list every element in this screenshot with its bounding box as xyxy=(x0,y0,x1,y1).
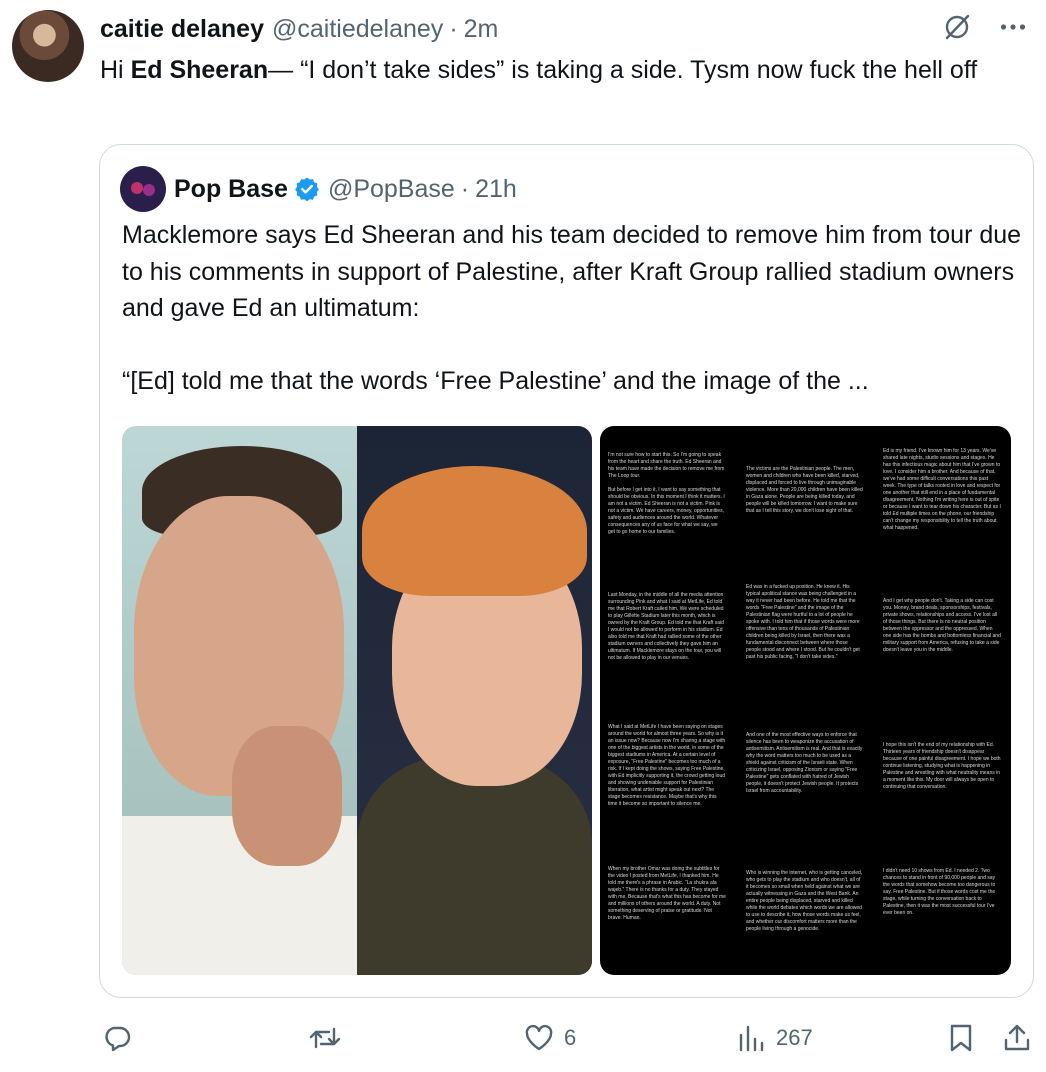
header-icons xyxy=(942,12,1026,42)
statement-column-3: Ed is my friend. I've known him for 13 y… xyxy=(883,448,1001,539)
photo-macklemore-ed-sheeran[interactable] xyxy=(122,426,592,975)
media-grid: I'm not sure how to start this. So I'm g… xyxy=(122,426,1011,975)
statement-column-1c: What I said at MetLife I have been sayin… xyxy=(608,724,726,815)
repost-icon xyxy=(308,1023,342,1053)
statement-image[interactable]: I'm not sure how to start this. So I'm g… xyxy=(600,426,1011,975)
quote-tweet[interactable]: Pop Base @PopBase · 21h Macklemore says … xyxy=(99,144,1034,998)
statement-column-1: I'm not sure how to start this. So I'm g… xyxy=(608,452,726,543)
statement-column-2: The victims are the Palestinian people. … xyxy=(746,466,864,522)
quote-avatar[interactable] xyxy=(120,166,166,212)
tweet-header: caitie delaney @caitiedelaney · 2m xyxy=(100,12,1026,46)
bookmark-button[interactable] xyxy=(948,1018,974,1058)
quote-text-excerpt: “[Ed] told me that the words ‘Free Pales… xyxy=(122,367,869,395)
statement-column-2d: Who is winning the internet, who is gett… xyxy=(746,870,864,940)
statement-column-2b: Ed was in a fucked up position. He knew … xyxy=(746,584,864,668)
statement-paragraph: I didn't need 10 shows from Ed. I needed… xyxy=(883,868,996,916)
statement-column-1d: When my brother Omar was doing the subti… xyxy=(608,866,726,929)
statement-paragraph: Ed was in a fucked up position. He knew … xyxy=(746,584,860,660)
statement-paragraph: The victims are the Palestinian people. … xyxy=(746,466,863,514)
quote-timestamp[interactable]: 21h xyxy=(475,175,517,204)
like-button[interactable]: 6 xyxy=(524,1018,576,1058)
action-bar: 6 267 xyxy=(100,1018,1035,1058)
more-icon[interactable] xyxy=(1000,23,1026,31)
statement-column-2c: And one of the most effective ways to en… xyxy=(746,732,864,802)
avatar[interactable] xyxy=(12,10,84,82)
bookmark-icon xyxy=(948,1023,974,1053)
quote-separator-dot: · xyxy=(460,174,470,203)
grok-icon[interactable] xyxy=(942,12,972,42)
statement-paragraph: When my brother Omar was doing the subti… xyxy=(608,866,726,921)
statement-column-3d: I didn't need 10 shows from Ed. I needed… xyxy=(883,868,1001,924)
like-icon xyxy=(524,1023,554,1053)
views-button[interactable]: 267 xyxy=(736,1018,813,1058)
statement-paragraph: And one of the most effective ways to en… xyxy=(746,732,863,794)
tweet-text-suffix: — “I don’t take sides” is taking a side.… xyxy=(268,56,978,84)
separator-dot: · xyxy=(449,14,458,43)
reply-icon xyxy=(102,1023,132,1053)
statement-column-1b: Last Monday, in the middle of all the me… xyxy=(608,592,726,669)
statement-column-3c: I hope this isn't the end of my relation… xyxy=(883,742,1001,798)
quote-author-handle[interactable]: @PopBase xyxy=(328,175,455,204)
statement-paragraph: I'm not sure how to start this. So I'm g… xyxy=(608,452,725,479)
mentioned-name: Ed Sheeran xyxy=(130,56,269,84)
reply-button[interactable] xyxy=(102,1018,142,1058)
statement-paragraph: What I said at MetLife I have been sayin… xyxy=(608,724,726,807)
timestamp[interactable]: 2m xyxy=(464,15,499,44)
tweet-text: Hi Ed Sheeran— “I don’t take sides” is t… xyxy=(100,52,1040,88)
share-button[interactable] xyxy=(1002,1018,1032,1058)
quote-text-paragraph: Macklemore says Ed Sheeran and his team … xyxy=(122,221,1022,322)
statement-column-3b: And I get why people don't. Taking a sid… xyxy=(883,598,1001,661)
quote-text: Macklemore says Ed Sheeran and his team … xyxy=(122,217,1022,436)
views-icon xyxy=(736,1023,766,1053)
share-icon xyxy=(1002,1023,1032,1053)
statement-paragraph: Last Monday, in the middle of all the me… xyxy=(608,592,724,661)
statement-paragraph: Ed is my friend. I've known him for 13 y… xyxy=(883,448,1001,531)
like-count: 6 xyxy=(564,1025,577,1050)
statement-paragraph: I hope this isn't the end of my relation… xyxy=(883,742,1001,790)
author-name[interactable]: caitie delaney xyxy=(100,15,264,44)
repost-button[interactable] xyxy=(308,1018,352,1058)
photo-left-half xyxy=(122,426,357,975)
statement-paragraph: But before I get into it, I want to say … xyxy=(608,487,725,535)
statement-paragraph: Who is winning the internet, who is gett… xyxy=(746,870,863,932)
tweet-text-prefix: Hi xyxy=(100,56,131,84)
hand-shape xyxy=(232,726,342,866)
quote-author-name[interactable]: Pop Base xyxy=(174,175,288,204)
author-handle[interactable]: @caitiedelaney xyxy=(272,15,443,44)
statement-paragraph: And I get why people don't. Taking a sid… xyxy=(883,598,1001,653)
quote-header: Pop Base @PopBase · 21h xyxy=(120,165,517,213)
hair-shape xyxy=(362,466,587,596)
views-count: 267 xyxy=(776,1025,813,1050)
verified-icon xyxy=(294,176,320,202)
sweater-shape xyxy=(357,756,592,975)
